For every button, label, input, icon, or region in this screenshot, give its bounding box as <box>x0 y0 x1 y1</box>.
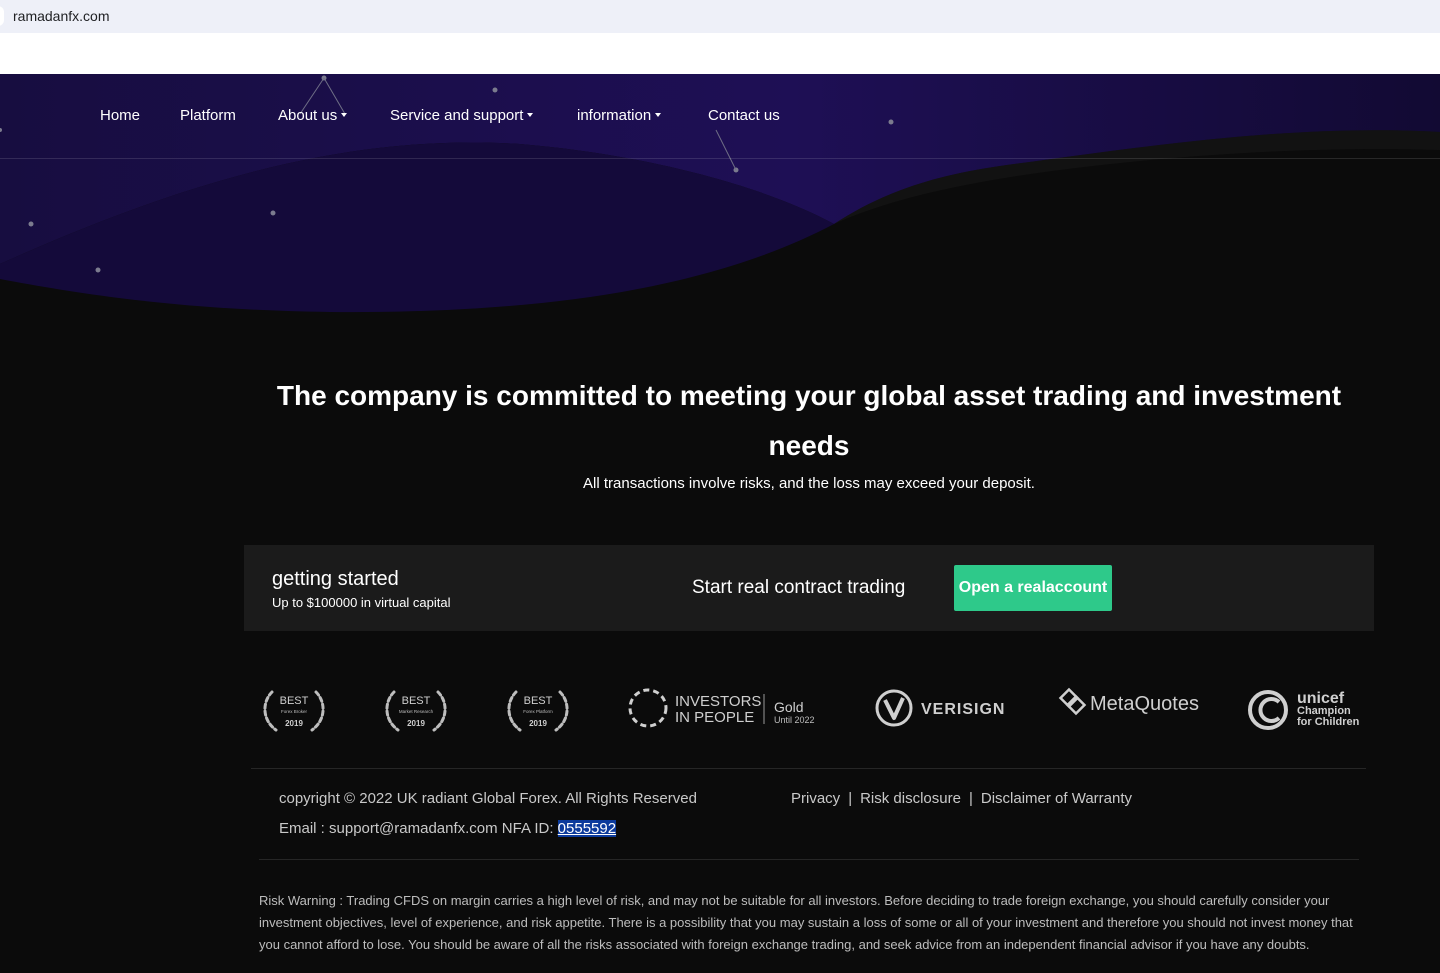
svg-text:IN PEOPLE: IN PEOPLE <box>675 709 754 726</box>
svg-text:Forex Broker: Forex Broker <box>281 709 308 714</box>
hero-subline: All transactions involve risks, and the … <box>583 475 1035 492</box>
svg-text:BEST: BEST <box>524 695 553 707</box>
footer-divider-top <box>251 768 1366 769</box>
svg-text:INVESTORS: INVESTORS <box>675 693 761 710</box>
award-logo-market-research: BEST Market Research 2019 <box>380 680 452 740</box>
investors-in-people-logo: INVESTORS IN PEOPLE Gold Until 2022 <box>626 680 826 740</box>
getting-started-panel: getting started Up to $100000 in virtual… <box>244 545 1374 631</box>
metaquotes-logo: MetaQuotes <box>1058 680 1208 740</box>
hero-headline: The company is committed to meeting your… <box>276 380 1342 461</box>
nav-contact-us[interactable]: Contact us <box>708 107 780 124</box>
verisign-logo: VERISIGN <box>874 680 1014 740</box>
url-text[interactable]: ramadanfx.com <box>13 8 109 24</box>
svg-text:Forex Platform: Forex Platform <box>523 709 553 714</box>
award-logo-forex-platform: BEST Forex Platform 2019 <box>502 680 574 740</box>
svg-text:BEST: BEST <box>402 695 431 707</box>
caret-down-icon <box>341 113 348 118</box>
risk-disclosure-link[interactable]: Risk disclosure <box>860 790 961 807</box>
nav-home[interactable]: Home <box>100 107 140 124</box>
contact-email-line: Email : support@ramadanfx.com NFA ID: 05… <box>279 820 617 837</box>
svg-text:Market Research: Market Research <box>399 709 434 714</box>
svg-text:2019: 2019 <box>407 719 425 728</box>
link-separator: | <box>968 790 973 807</box>
nav-information[interactable]: information <box>577 107 662 124</box>
browser-address-bar[interactable]: ramadanfx.com <box>0 0 1440 33</box>
copyright-text: copyright © 2022 UK radiant Global Forex… <box>279 790 697 807</box>
svg-text:2019: 2019 <box>285 719 303 728</box>
svg-text:Gold: Gold <box>774 699 804 715</box>
cta-subtitle: Up to $100000 in virtual capital <box>272 595 451 610</box>
svg-text:MetaQuotes: MetaQuotes <box>1090 693 1199 715</box>
page-top-strip <box>0 33 1440 74</box>
unicef-logo: unicef Champion for Children <box>1246 680 1376 740</box>
open-real-account-button[interactable]: Open a realaccount <box>954 565 1112 611</box>
nav-platform[interactable]: Platform <box>180 107 236 124</box>
privacy-link[interactable]: Privacy <box>791 790 840 807</box>
caret-down-icon <box>527 113 534 118</box>
nav-service-support[interactable]: Service and support <box>390 107 534 124</box>
cta-title: getting started <box>272 568 399 590</box>
footer-divider-bottom <box>259 859 1359 860</box>
footer-links: Privacy | Risk disclosure | Disclaimer of Wa… <box>791 790 1132 807</box>
partner-logos: BEST Forex Broker 2019 BEST Market Resea… <box>244 680 1374 740</box>
main-nav: Home Platform About us Service and suppo… <box>0 74 1440 159</box>
cta-middle-text: Start real contract trading <box>692 577 906 598</box>
disclaimer-of-warranty-link[interactable]: Disclaimer of Warranty <box>981 790 1132 807</box>
award-logo-forex-broker: BEST Forex Broker 2019 <box>258 680 330 740</box>
svg-text:Until 2022: Until 2022 <box>774 715 815 725</box>
svg-text:2019: 2019 <box>529 719 547 728</box>
nav-about-us[interactable]: About us <box>278 107 348 124</box>
risk-warning-text: Risk Warning : Trading CFDS on margin ca… <box>259 893 1353 952</box>
svg-text:BEST: BEST <box>280 695 309 707</box>
caret-down-icon <box>655 113 662 118</box>
link-separator: | <box>848 790 853 807</box>
tab-edge <box>0 6 4 26</box>
nfa-id: 0555592 <box>557 820 617 837</box>
svg-text:VERISIGN: VERISIGN <box>921 701 1005 718</box>
svg-text:for Children: for Children <box>1297 716 1360 728</box>
